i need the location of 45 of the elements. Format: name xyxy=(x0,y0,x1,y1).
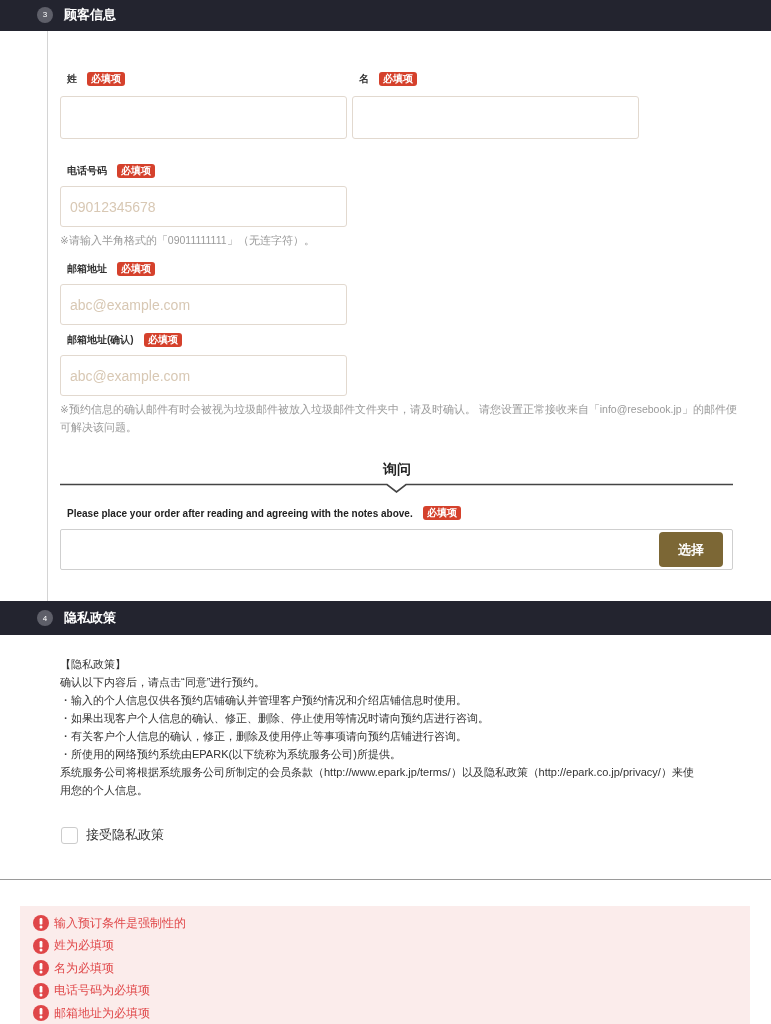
required-badge: 必填项 xyxy=(379,72,417,86)
alert-icon xyxy=(33,960,49,977)
alert-icon xyxy=(33,937,49,954)
error-message: 输入预订条件是强制性的 xyxy=(54,914,186,932)
alert-icon xyxy=(33,915,49,932)
error-message: 名为必填项 xyxy=(54,959,114,977)
alert-icon xyxy=(33,982,49,999)
error-message: 电话号码为必填项 xyxy=(54,982,150,1000)
policy-text: 【隐私政策】 xyxy=(60,657,127,672)
inquiry-heading: 询问 xyxy=(381,461,412,477)
error-message: 邮箱地址为必填项 xyxy=(54,1004,150,1022)
text-field[interactable] xyxy=(352,96,639,139)
field-label: 名 xyxy=(359,72,369,86)
policy-text: ・所使用的网络预约系统由EPARK(以下统称为系统服务公司)所提供。 xyxy=(60,747,402,762)
policy-text: ・输入的个人信息仅供各预约店铺确认并管理客户预约情况和介绍店铺信息时使用。 xyxy=(60,693,468,708)
text-field[interactable]: abc@example.com xyxy=(60,355,347,396)
hint-text: ※预约信息的确认邮件有时会被视为垃圾邮件被放入垃圾邮件文件夹中，请及时确认。 请您设置正常接收来自「info@resebook.jp」的邮件便可解决该问题。 xyxy=(60,402,738,435)
text-field[interactable] xyxy=(60,96,347,139)
step-number-badge: 3 xyxy=(37,6,53,23)
select-field[interactable]: 选择 xyxy=(60,529,733,570)
field-label: 电话号码 xyxy=(67,164,107,178)
field-label: 姓 xyxy=(67,72,77,86)
policy-text: ・如果出现客户个人信息的确认、修正、删除、停止使用等情况时请向预约店进行咨询。 xyxy=(60,711,490,726)
field-label: 邮箱地址(确认) xyxy=(67,333,134,347)
hint-text: ※请输入半角格式的「09011111111」（无连字符）。 xyxy=(60,233,316,248)
section-title: 隐私政策 xyxy=(64,609,116,627)
required-badge: 必填项 xyxy=(117,262,155,276)
checkbox-label[interactable]: 接受隐私政策 xyxy=(86,826,164,844)
step-number-badge: 4 xyxy=(37,610,53,626)
policy-text: 系统服务公司将根据系统服务公司所制定的会员条款（http://www.epark.jp/terms/）以及隐私政策（http://epark.co.jp/privacy/）来使用您的个人信息。 xyxy=(60,765,695,798)
required-badge: 必填项 xyxy=(87,72,125,86)
agreement-label: Please place your order after reading and agreeing with the notes above. xyxy=(67,507,413,519)
checkbox[interactable] xyxy=(61,826,78,844)
policy-text: 确认以下内容后，请点击“同意”进行预约。 xyxy=(60,675,267,690)
field-label: 邮箱地址 xyxy=(67,262,107,276)
select-button[interactable]: 选择 xyxy=(659,532,723,567)
text-field[interactable]: abc@example.com xyxy=(60,284,347,325)
error-message: 姓为必填项 xyxy=(54,937,114,955)
required-badge: 必填项 xyxy=(422,506,461,520)
alert-icon xyxy=(33,1005,49,1022)
required-badge: 必填项 xyxy=(117,164,155,178)
text-field[interactable]: 09012345678 xyxy=(60,186,347,227)
policy-text: ・有关客户个人信息的确认，修正，删除及使用停止等事项请向预约店铺进行咨询。 xyxy=(60,729,468,744)
section-title: 顾客信息 xyxy=(64,5,116,24)
required-badge: 必填项 xyxy=(143,333,182,347)
